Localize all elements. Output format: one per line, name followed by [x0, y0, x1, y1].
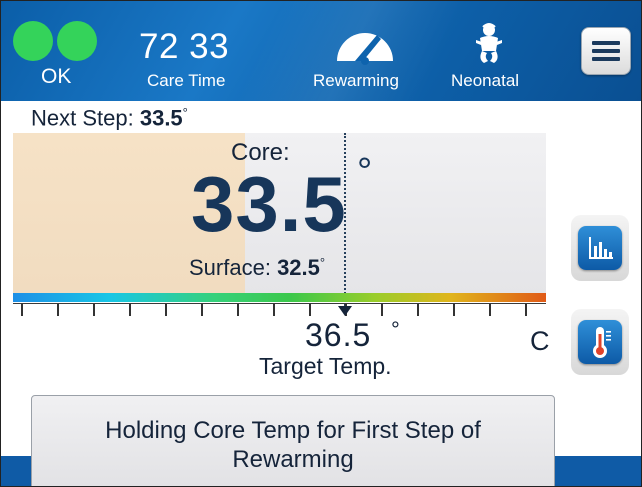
next-step-value: 33.5	[139, 105, 183, 131]
scale-tick	[93, 304, 95, 316]
next-step-degree: °	[182, 105, 188, 120]
scale-tick	[273, 304, 275, 316]
core-degree-symbol: °	[357, 151, 373, 193]
scale-tick	[489, 304, 491, 316]
baby-icon	[476, 23, 502, 63]
care-time-label: Care Time	[147, 71, 226, 90]
scale-tick	[165, 304, 167, 316]
mode-label: Rewarming	[313, 71, 399, 90]
temperature-unit: C	[530, 326, 550, 356]
target-temp-value: 36.5	[305, 317, 372, 353]
target-temp-label: Target Temp.	[259, 353, 392, 379]
scale-tick	[57, 304, 59, 316]
status-light-left	[13, 21, 53, 61]
status-message: Holding Core Temp for First Step of Rewa…	[32, 416, 554, 474]
scale-tick	[417, 304, 419, 316]
side-button-face	[578, 226, 622, 270]
screen-frame: OK 72 33 Care Time Rewarming Neonatal Ne…	[0, 0, 642, 487]
surface-label: Surface:	[189, 255, 271, 280]
scale-tick	[237, 304, 239, 316]
status-message-box: Holding Core Temp for First Step of Rewa…	[31, 395, 555, 486]
status-light-right	[57, 21, 97, 61]
scale-tick	[525, 304, 527, 316]
gauge-icon	[337, 33, 393, 65]
trend-graph-button[interactable]	[571, 215, 629, 281]
scale-tick	[309, 304, 311, 316]
menu-button[interactable]	[581, 27, 631, 75]
surface-readout: Surface: 32.5°	[189, 255, 325, 281]
temperature-settings-button[interactable]	[571, 309, 629, 375]
header-bar: OK 72 33 Care Time Rewarming Neonatal	[1, 1, 641, 101]
next-step-readout: Next Step: 33.5°	[31, 105, 188, 131]
patient-type-label: Neonatal	[451, 71, 520, 90]
care-time-value: 72 33	[139, 27, 230, 66]
scale-tick	[129, 304, 131, 316]
target-marker-arrow	[338, 306, 352, 316]
bar-chart-icon	[589, 237, 613, 259]
side-button-face	[578, 320, 622, 364]
scale-tick	[201, 304, 203, 316]
surface-degree-symbol: °	[319, 255, 326, 270]
surface-temp-value: 32.5	[277, 255, 320, 280]
status-message-line-2: Rewarming	[232, 446, 354, 473]
next-step-label: Next Step:	[31, 105, 134, 131]
thermometer-icon	[593, 327, 611, 358]
scale-tick	[21, 304, 23, 316]
scale-tick	[453, 304, 455, 316]
scale-tick	[381, 304, 383, 316]
temperature-color-scale	[13, 293, 546, 302]
status-message-line-1: Holding Core Temp for First Step of	[105, 417, 481, 444]
status-label: OK	[41, 65, 72, 88]
status-indicator	[13, 21, 103, 61]
target-degree-symbol: °	[391, 317, 400, 342]
core-temp-value: 33.5	[191, 160, 347, 248]
